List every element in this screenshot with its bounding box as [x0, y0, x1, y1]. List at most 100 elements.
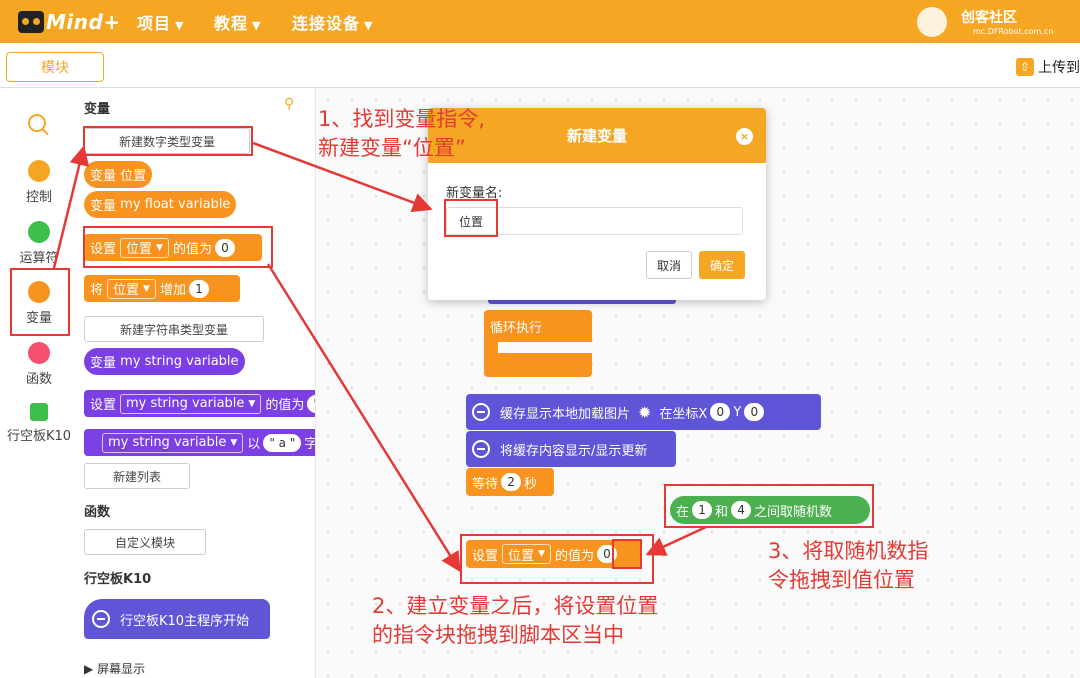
- block-palette: 变量 ⚲ 新建数字类型变量 变量 位置 变量 my float variable…: [78, 88, 316, 678]
- wait-block[interactable]: 等待 2 秒: [466, 468, 554, 496]
- step2-line1: 2、建立变量之后，将设置位置: [372, 594, 659, 618]
- category-label: 行空板K10: [6, 429, 72, 444]
- block-text: 变量: [90, 199, 117, 214]
- change-variable-block[interactable]: 将 位置 ▼ 增加 1: [84, 275, 240, 302]
- upload-icon: ⇧: [1016, 58, 1034, 76]
- category-functions[interactable]: 函数: [0, 342, 78, 387]
- k10-main-start-block[interactable]: 行空板K10主程序开始: [84, 599, 270, 639]
- block-text: 行空板K10主程序开始: [120, 613, 250, 629]
- search-icon[interactable]: [28, 114, 46, 132]
- step2-annotation: 2、建立变量之后，将设置位置 的指令块拖拽到脚本区当中: [372, 592, 658, 650]
- category-dot-icon: [28, 342, 50, 364]
- variable-position-block[interactable]: 变量 位置: [84, 161, 153, 188]
- caret-down-icon: ▼: [143, 283, 150, 294]
- menu-tutorial-label: 教程: [214, 14, 249, 33]
- robot-logo-icon: [18, 11, 44, 33]
- variable-float-block[interactable]: 变量 my float variable: [84, 191, 237, 218]
- highlight-name-input: [444, 199, 498, 237]
- string-input[interactable]: " hello ": [307, 394, 315, 413]
- close-icon[interactable]: ×: [736, 128, 753, 145]
- subcategory-label: 屏幕显示: [97, 662, 146, 676]
- loop-block[interactable]: 循环执行: [484, 310, 592, 342]
- block-text: my string variable: [120, 354, 239, 369]
- k10-board-icon: [472, 440, 490, 458]
- menu-connect-label: 连接设备: [292, 14, 361, 33]
- category-k10[interactable]: 行空板K10: [0, 403, 78, 444]
- section-title-functions: 函数: [84, 505, 111, 520]
- gear-icon[interactable]: ✹: [638, 403, 651, 422]
- brand-title: 创客社区: [961, 10, 1017, 26]
- step2-line2: 的指令块拖拽到脚本区当中: [372, 623, 624, 647]
- block-text: 循环执行: [490, 320, 543, 336]
- string-value: a: [278, 435, 287, 450]
- block-text: 的值为: [265, 398, 305, 413]
- highlight-new-number-variable: [83, 126, 253, 156]
- step1-line1: 1、找到变量指令,: [318, 107, 486, 131]
- category-label: 函数: [25, 372, 52, 387]
- category-control[interactable]: 控制: [0, 160, 78, 205]
- string-input[interactable]: " a ": [263, 433, 302, 452]
- logo-text: Mind+: [46, 10, 121, 34]
- y-input[interactable]: 0: [744, 403, 765, 421]
- step3-line1: 3、将取随机数指: [768, 539, 929, 563]
- dialog-title: 新建变量: [566, 127, 627, 145]
- section-title-k10: 行空板K10: [84, 572, 152, 587]
- custom-block-button[interactable]: 自定义模块: [84, 529, 206, 555]
- menu-tutorial[interactable]: 教程 ▼: [214, 10, 261, 34]
- menu-project[interactable]: 项目 ▼: [137, 10, 184, 34]
- dropdown-value: 位置: [113, 283, 140, 298]
- upload-button[interactable]: ⇧ 上传到: [1016, 55, 1080, 79]
- step3-annotation: 3、将取随机数指 令拖拽到值位置: [768, 537, 928, 595]
- set-string-variable-block[interactable]: 设置 my string variable▼ 的值为 " hello ": [84, 390, 315, 417]
- dropdown-value: my string variable: [126, 396, 245, 411]
- screen-display-subcategory[interactable]: ▶ 屏幕显示: [84, 660, 145, 677]
- variable-dropdown[interactable]: my string variable ▼: [102, 432, 244, 453]
- df-badge-icon: [917, 7, 947, 37]
- k10-board-icon: [92, 610, 110, 628]
- dfrobot-community-logo: 创客社区 mc.DFRobot.com.cn: [917, 3, 1072, 41]
- variable-dropdown[interactable]: 位置 ▼: [107, 278, 156, 299]
- block-text: 秒: [524, 476, 538, 492]
- block-text: 设置: [90, 398, 117, 413]
- menu-connect-device[interactable]: 连接设备 ▼: [292, 10, 373, 34]
- variable-string-block[interactable]: 变量 my string variable: [84, 348, 245, 375]
- brand-url: mc.DFRobot.com.cn: [973, 27, 1054, 36]
- new-list-button[interactable]: 新建列表: [84, 463, 190, 489]
- tab-blocks[interactable]: 模块: [6, 52, 104, 82]
- step1-annotation: 1、找到变量指令, 新建变量“位置”: [318, 105, 485, 163]
- highlight-random-block: [664, 484, 874, 528]
- highlight-set-variable-block: [83, 226, 273, 268]
- x-input[interactable]: 0: [710, 403, 731, 421]
- cache-image-block[interactable]: 缓存显示本地加载图片 ✹ 在坐标X 0 Y 0: [466, 394, 821, 430]
- step1-line2: 新建变量“位置”: [318, 136, 466, 160]
- pin-icon[interactable]: ⚲: [284, 96, 294, 112]
- section-title-variables: 变量: [84, 102, 111, 117]
- block-text: 字符串开始: [304, 433, 315, 452]
- confirm-button[interactable]: 确定: [699, 251, 745, 279]
- value-input[interactable]: 1: [188, 279, 209, 298]
- block-text: 变量: [90, 169, 117, 184]
- category-operators[interactable]: 运算符: [0, 221, 78, 266]
- refresh-display-block[interactable]: 将缓存内容显示/显示更新: [466, 431, 676, 467]
- caret-down-icon: ▼: [248, 398, 256, 409]
- block-text: 等待: [472, 476, 499, 492]
- chevron-down-icon: ▼: [252, 19, 262, 32]
- category-label: 控制: [25, 190, 52, 205]
- top-menu-bar: Mind+ 项目 ▼ 教程 ▼ 连接设备 ▼ 创客社区 mc.DFRobot.com.…: [0, 0, 1080, 43]
- step3-line2: 令拖拽到值位置: [768, 568, 915, 592]
- toolbar: 模块 ⇧ 上传到: [0, 43, 1080, 88]
- wait-input[interactable]: 2: [501, 473, 522, 491]
- mind-plus-logo[interactable]: Mind+: [18, 6, 121, 38]
- new-string-variable-button[interactable]: 新建字符串类型变量: [84, 316, 264, 342]
- cancel-button[interactable]: 取消: [646, 251, 692, 279]
- loop-block-arm: [484, 340, 498, 354]
- block-text: 将缓存内容显示/显示更新: [500, 443, 648, 459]
- string-starts-with-block[interactable]: my string variable▼ 以 " a " 字符串开始: [84, 429, 315, 456]
- block-text: Y: [733, 404, 742, 420]
- chip-icon: [30, 403, 48, 421]
- chevron-down-icon: ▼: [364, 19, 374, 32]
- variable-dropdown[interactable]: my string variable ▼: [120, 393, 262, 414]
- loop-block-bottom: [484, 353, 592, 377]
- highlight-value-slot: [612, 539, 642, 569]
- menu-project-label: 项目: [137, 14, 172, 33]
